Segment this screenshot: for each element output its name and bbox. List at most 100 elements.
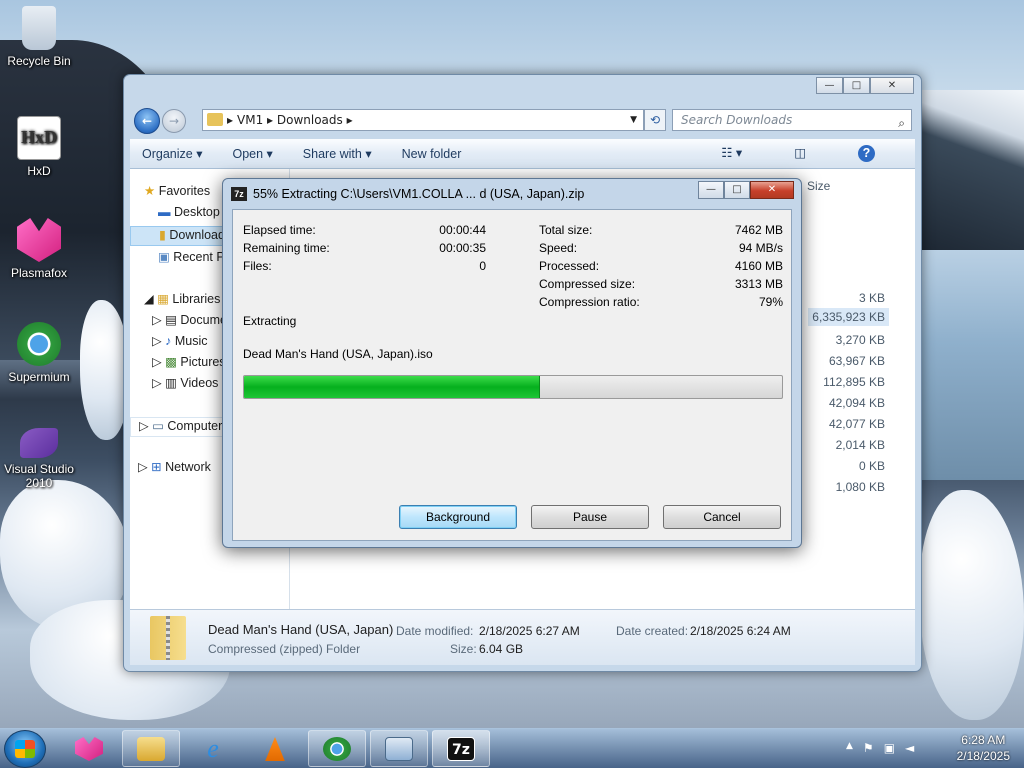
preview-pane-icon[interactable]: ◫ bbox=[794, 145, 806, 162]
nav-videos[interactable]: ▷ ▥ Videos bbox=[152, 375, 218, 390]
nav-desktop[interactable]: ▬ Desktop bbox=[158, 205, 220, 219]
cancel-button[interactable]: Cancel bbox=[663, 505, 781, 529]
7zip-icon: 7z bbox=[447, 737, 475, 761]
nav-libraries[interactable]: ◢ ▦ Libraries bbox=[144, 291, 220, 306]
nav-network[interactable]: ▷ ⊞ Network bbox=[138, 459, 211, 474]
search-input[interactable]: Search Downloads ⌕ bbox=[672, 109, 912, 131]
open-menu[interactable]: Open ▾ bbox=[232, 146, 272, 161]
nav-label: Network bbox=[165, 460, 211, 474]
taskbar-7zip[interactable]: 7z bbox=[432, 730, 490, 767]
command-bar: Organize ▾ Open ▾ Share with ▾ New folde… bbox=[130, 139, 915, 169]
desktop-icon-recycle-bin[interactable]: Recycle Bin bbox=[0, 6, 78, 68]
desktop-icon-label: Plasmafox bbox=[10, 266, 68, 280]
folder-icon bbox=[207, 113, 223, 126]
dialog-caption-buttons: — □ ✕ bbox=[698, 181, 794, 199]
clock[interactable]: 6:28 AM 2/18/2025 bbox=[957, 732, 1010, 764]
breadcrumb-vm1[interactable]: VM1 bbox=[237, 113, 263, 127]
volume-muted-icon[interactable]: ◄ bbox=[905, 741, 914, 755]
clock-time: 6:28 AM bbox=[961, 733, 1006, 747]
pause-button[interactable]: Pause bbox=[531, 505, 649, 529]
dialog-close-button[interactable]: ✕ bbox=[750, 181, 794, 199]
taskbar-explorer[interactable] bbox=[122, 730, 180, 767]
file-size: 63,967 KB bbox=[828, 354, 885, 368]
forward-button[interactable]: → bbox=[162, 109, 186, 133]
details-created-label: Date created: bbox=[616, 624, 689, 638]
recent-places-icon: ▣ bbox=[158, 250, 170, 264]
views-icon[interactable]: ☷ ▾ bbox=[721, 145, 742, 162]
elapsed-label: Elapsed time: bbox=[243, 223, 316, 237]
downloads-folder-icon: ▮ bbox=[159, 228, 166, 242]
current-file-name: Dead Man's Hand (USA, Japan).iso bbox=[243, 347, 433, 361]
file-size-selected: 6,335,923 KB bbox=[808, 308, 889, 326]
desktop-icon-supermium[interactable]: Supermium bbox=[0, 322, 78, 384]
desktop-icon-plasmafox[interactable]: Plasmafox bbox=[0, 218, 78, 280]
tray-overflow-arrow-icon[interactable]: ▲ bbox=[846, 741, 853, 755]
background-button[interactable]: Background bbox=[399, 505, 517, 529]
maximize-button[interactable]: □ bbox=[843, 77, 870, 94]
details-size-label: Size: bbox=[450, 642, 477, 656]
nav-music[interactable]: ▷ ♪ Music bbox=[152, 333, 208, 348]
processed-value: 4160 MB bbox=[734, 259, 783, 273]
hxd-icon: HxD bbox=[17, 116, 61, 160]
desktop-icon-label: Visual Studio 2010 bbox=[4, 462, 74, 490]
help-icon[interactable]: ? bbox=[858, 145, 875, 162]
organize-menu[interactable]: Organize ▾ bbox=[142, 146, 202, 161]
desktop-icon-visual-studio[interactable]: Visual Studio 2010 bbox=[0, 428, 78, 490]
minimize-button[interactable]: — bbox=[816, 77, 843, 94]
plasmafox-icon bbox=[75, 737, 103, 761]
taskbar-control-panel[interactable] bbox=[370, 730, 428, 767]
clock-date: 2/18/2025 bbox=[956, 749, 1010, 763]
action-center-flag-icon[interactable]: ⚑ bbox=[863, 741, 874, 755]
new-folder-button[interactable]: New folder bbox=[402, 147, 462, 161]
speed-value: 94 MB/s bbox=[738, 241, 783, 255]
details-created-value: 2/18/2025 6:24 AM bbox=[690, 624, 791, 638]
network-status-icon[interactable]: ▣ bbox=[884, 741, 895, 755]
start-button[interactable] bbox=[4, 730, 46, 768]
total-size-label: Total size: bbox=[539, 223, 593, 237]
back-button[interactable]: ← bbox=[134, 108, 160, 134]
search-icon[interactable]: ⌕ bbox=[898, 113, 905, 133]
share-with-menu[interactable]: Share with ▾ bbox=[303, 146, 372, 161]
wallpaper-ice bbox=[920, 490, 1024, 720]
details-size-value: 6.04 GB bbox=[479, 642, 524, 656]
size-column-header[interactable]: Size bbox=[807, 179, 885, 193]
zip-folder-icon bbox=[150, 616, 186, 660]
taskbar-plasmafox[interactable] bbox=[60, 730, 118, 767]
refresh-button[interactable]: ⟲ bbox=[644, 109, 666, 131]
taskbar-supermium[interactable] bbox=[308, 730, 366, 767]
network-icon: ⊞ bbox=[151, 460, 162, 474]
desktop-icon-label: HxD bbox=[27, 164, 51, 178]
forward-arrow-icon: → bbox=[168, 114, 180, 128]
taskbar-internet-explorer[interactable]: e bbox=[184, 730, 242, 767]
address-dropdown-icon[interactable]: ▼ bbox=[630, 110, 637, 130]
file-size: 3 KB bbox=[858, 291, 885, 305]
status-text: Extracting bbox=[243, 314, 297, 328]
dialog-maximize-button[interactable]: □ bbox=[724, 181, 750, 199]
back-arrow-icon: ← bbox=[141, 114, 153, 128]
music-icon: ♪ bbox=[165, 334, 172, 348]
desktop-folder-icon: ▬ bbox=[158, 205, 171, 219]
nav-label: Videos bbox=[180, 376, 219, 390]
control-panel-icon bbox=[385, 737, 413, 761]
desktop-icon-hxd[interactable]: HxD HxD bbox=[0, 116, 78, 178]
nav-favorites[interactable]: ★ Favorites bbox=[144, 183, 210, 198]
details-file-name: Dead Man's Hand (USA, Japan) bbox=[208, 622, 394, 637]
plasmafox-icon bbox=[17, 218, 61, 262]
expand-arrow-icon: ▷ bbox=[152, 313, 162, 327]
visual-studio-icon bbox=[20, 428, 58, 458]
close-button[interactable]: ✕ bbox=[870, 77, 914, 94]
address-bar[interactable]: ▸ VM1 ▸ Downloads ▸ ▼ bbox=[202, 109, 644, 131]
progress-fill bbox=[244, 376, 540, 398]
computer-icon: ▭ bbox=[152, 419, 164, 433]
details-modified-value: 2/18/2025 6:27 AM bbox=[479, 624, 580, 638]
dialog-minimize-button[interactable]: — bbox=[698, 181, 724, 199]
compressed-size-label: Compressed size: bbox=[539, 277, 636, 291]
file-size: 1,080 KB bbox=[835, 480, 885, 494]
details-pane: Dead Man's Hand (USA, Japan) Compressed … bbox=[130, 609, 915, 665]
remaining-value: 00:00:35 bbox=[439, 241, 486, 255]
breadcrumb-downloads[interactable]: Downloads bbox=[277, 113, 343, 127]
expand-arrow-icon: ▷ bbox=[152, 355, 162, 369]
nav-pictures[interactable]: ▷ ▩ Pictures bbox=[152, 354, 226, 369]
taskbar-vlc[interactable] bbox=[246, 730, 304, 767]
extract-progress-dialog: 7z 55% Extracting C:\Users\VM1.COLLA ...… bbox=[222, 178, 802, 548]
